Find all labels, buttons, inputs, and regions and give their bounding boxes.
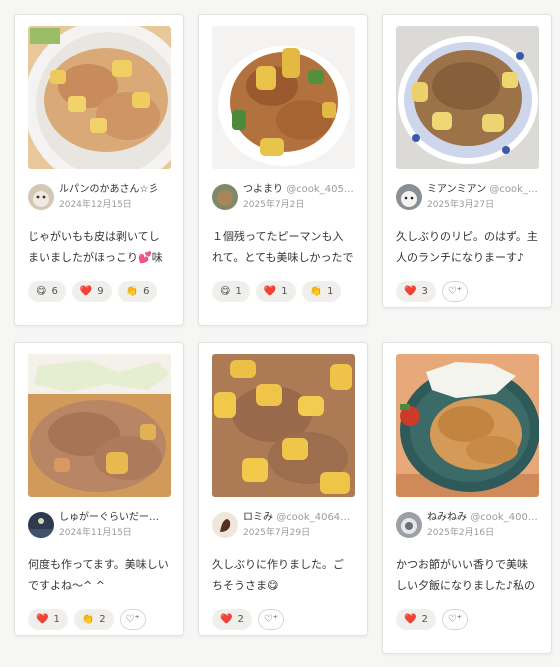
author-name[interactable]: ねみねみ @cook_400… <box>427 511 538 525</box>
post-date: 2025年7月29日 <box>243 528 311 538</box>
avatar[interactable] <box>396 512 422 538</box>
heart-icon: ❤️ <box>404 285 417 297</box>
dish-photo[interactable] <box>396 26 539 169</box>
author-row[interactable]: つよまり @cook_405… 2025年7月2日 <box>212 182 354 212</box>
add-reaction-icon: ♡⁺ <box>125 614 140 625</box>
comment-text: １個残ってたピーマンも入れて。とても美味しかったです✨ <box>212 230 354 264</box>
grin-face-icon: 😋 <box>220 285 231 297</box>
comment-text: じゃがいもも皮は剥いてしまいましたがほっこり💕味付けとっても美味しく… <box>28 230 163 264</box>
cooksnap-card[interactable]: ロミみ @cook_4064… 2025年7月29日 久しぶりに作りました。ごち… <box>198 342 368 636</box>
reaction-heart-button[interactable]: ❤️ 1 <box>28 609 68 630</box>
grin-face-icon: 😋 <box>36 285 47 297</box>
dish-photo[interactable] <box>212 26 355 169</box>
add-reaction-icon: ♡⁺ <box>447 614 462 625</box>
author-name[interactable]: ルパンのかあさん☆彡 <box>59 183 170 197</box>
add-reaction-button[interactable]: ♡⁺ <box>119 609 146 630</box>
comment-text: かつお節がいい香りで美味しい夕飯になりました♪私のお皿は少なめだけど、家… <box>396 558 536 592</box>
post-date: 2025年7月2日 <box>243 200 305 210</box>
clap-icon: 👏 <box>309 285 323 297</box>
add-reaction-button[interactable]: ♡⁺ <box>441 609 468 630</box>
reaction-heart-button[interactable]: ❤️ 3 <box>396 281 436 302</box>
heart-icon: ❤️ <box>36 613 49 625</box>
reaction-bar: ❤️ 3 ♡⁺ <box>396 281 538 302</box>
reaction-bar: ❤️ 2 ♡⁺ <box>212 609 354 630</box>
author-name[interactable]: つよまり @cook_405… <box>243 183 354 197</box>
reaction-heart-button[interactable]: ❤️ 1 <box>255 281 296 302</box>
reaction-bar: ❤️ 2 ♡⁺ <box>396 609 538 630</box>
heart-icon: ❤️ <box>220 613 233 625</box>
cooksnap-card[interactable]: しゅがーぐらいだー… 2024年11月15日 何度も作ってます。美味しいですよね… <box>14 342 184 636</box>
author-name[interactable]: ロミみ @cook_4064… <box>243 511 354 525</box>
cooksnap-card[interactable]: ねみねみ @cook_400… 2025年2月16日 かつお節がいい香りで美味し… <box>382 342 552 654</box>
author-name[interactable]: ミアンミアン @cook_… <box>427 183 538 197</box>
dish-photo[interactable] <box>396 354 539 497</box>
avatar[interactable] <box>212 512 238 538</box>
heart-icon: ❤️ <box>263 285 277 297</box>
add-reaction-icon: ♡⁺ <box>263 614 278 625</box>
cooksnap-card[interactable]: ルパンのかあさん☆彡 2024年12月15日 じゃがいもも皮は剥いてしまいました… <box>14 14 184 326</box>
heart-icon: ❤️ <box>404 613 417 625</box>
dish-photo[interactable] <box>28 354 171 497</box>
add-reaction-button[interactable]: ♡⁺ <box>257 609 284 630</box>
post-date: 2025年3月27日 <box>427 200 495 210</box>
author-name[interactable]: しゅがーぐらいだー… <box>59 511 170 525</box>
clap-icon: 👏 <box>125 285 139 297</box>
reaction-bar: ❤️ 1 👏 2 ♡⁺ <box>28 609 170 630</box>
reaction-bar: 😋 1 ❤️ 1 👏 1 <box>212 281 354 302</box>
reaction-clap-button[interactable]: 👏 6 <box>117 281 158 302</box>
add-reaction-icon: ♡⁺ <box>447 286 462 297</box>
comment-text: 久しぶりのリピ。のはず。主人のランチになりまーす♪ <box>396 230 538 264</box>
reaction-clap-button[interactable]: 👏 1 <box>301 281 342 302</box>
heart-icon: ❤️ <box>79 285 93 297</box>
author-row[interactable]: ロミみ @cook_4064… 2025年7月29日 <box>212 510 354 540</box>
post-date: 2024年12月15日 <box>59 200 132 210</box>
avatar[interactable] <box>212 184 238 210</box>
comment-text: 何度も作ってます。美味しいですよね〜^ ^ <box>28 558 169 592</box>
reaction-yummy-button[interactable]: 😋 6 <box>28 281 66 302</box>
reaction-clap-button[interactable]: 👏 2 <box>73 609 114 630</box>
avatar[interactable] <box>28 184 54 210</box>
avatar[interactable] <box>396 184 422 210</box>
dish-photo[interactable] <box>212 354 355 497</box>
author-row[interactable]: ミアンミアン @cook_… 2025年3月27日 <box>396 182 538 212</box>
author-row[interactable]: しゅがーぐらいだー… 2024年11月15日 <box>28 510 170 540</box>
cooksnap-card[interactable]: ミアンミアン @cook_… 2025年3月27日 久しぶりのリピ。のはず。主人… <box>382 14 552 308</box>
author-row[interactable]: ねみねみ @cook_400… 2025年2月16日 <box>396 510 538 540</box>
comment-text: 久しぶりに作りました。ごちそうさま😋 <box>212 558 344 592</box>
reaction-bar: 😋 6 ❤️ 9 👏 6 <box>28 281 170 302</box>
reaction-heart-button[interactable]: ❤️ 2 <box>212 609 252 630</box>
reaction-heart-button[interactable]: ❤️ 2 <box>396 609 436 630</box>
post-date: 2024年11月15日 <box>59 528 132 538</box>
clap-icon: 👏 <box>81 613 95 625</box>
add-reaction-button[interactable]: ♡⁺ <box>441 281 468 302</box>
reaction-yummy-button[interactable]: 😋 1 <box>212 281 250 302</box>
avatar[interactable] <box>28 512 54 538</box>
post-date: 2025年2月16日 <box>427 528 495 538</box>
reaction-heart-button[interactable]: ❤️ 9 <box>71 281 112 302</box>
author-row[interactable]: ルパンのかあさん☆彡 2024年12月15日 <box>28 182 170 212</box>
cooksnap-card[interactable]: つよまり @cook_405… 2025年7月2日 １個残ってたピーマンも入れて… <box>198 14 368 326</box>
dish-photo[interactable] <box>28 26 171 169</box>
